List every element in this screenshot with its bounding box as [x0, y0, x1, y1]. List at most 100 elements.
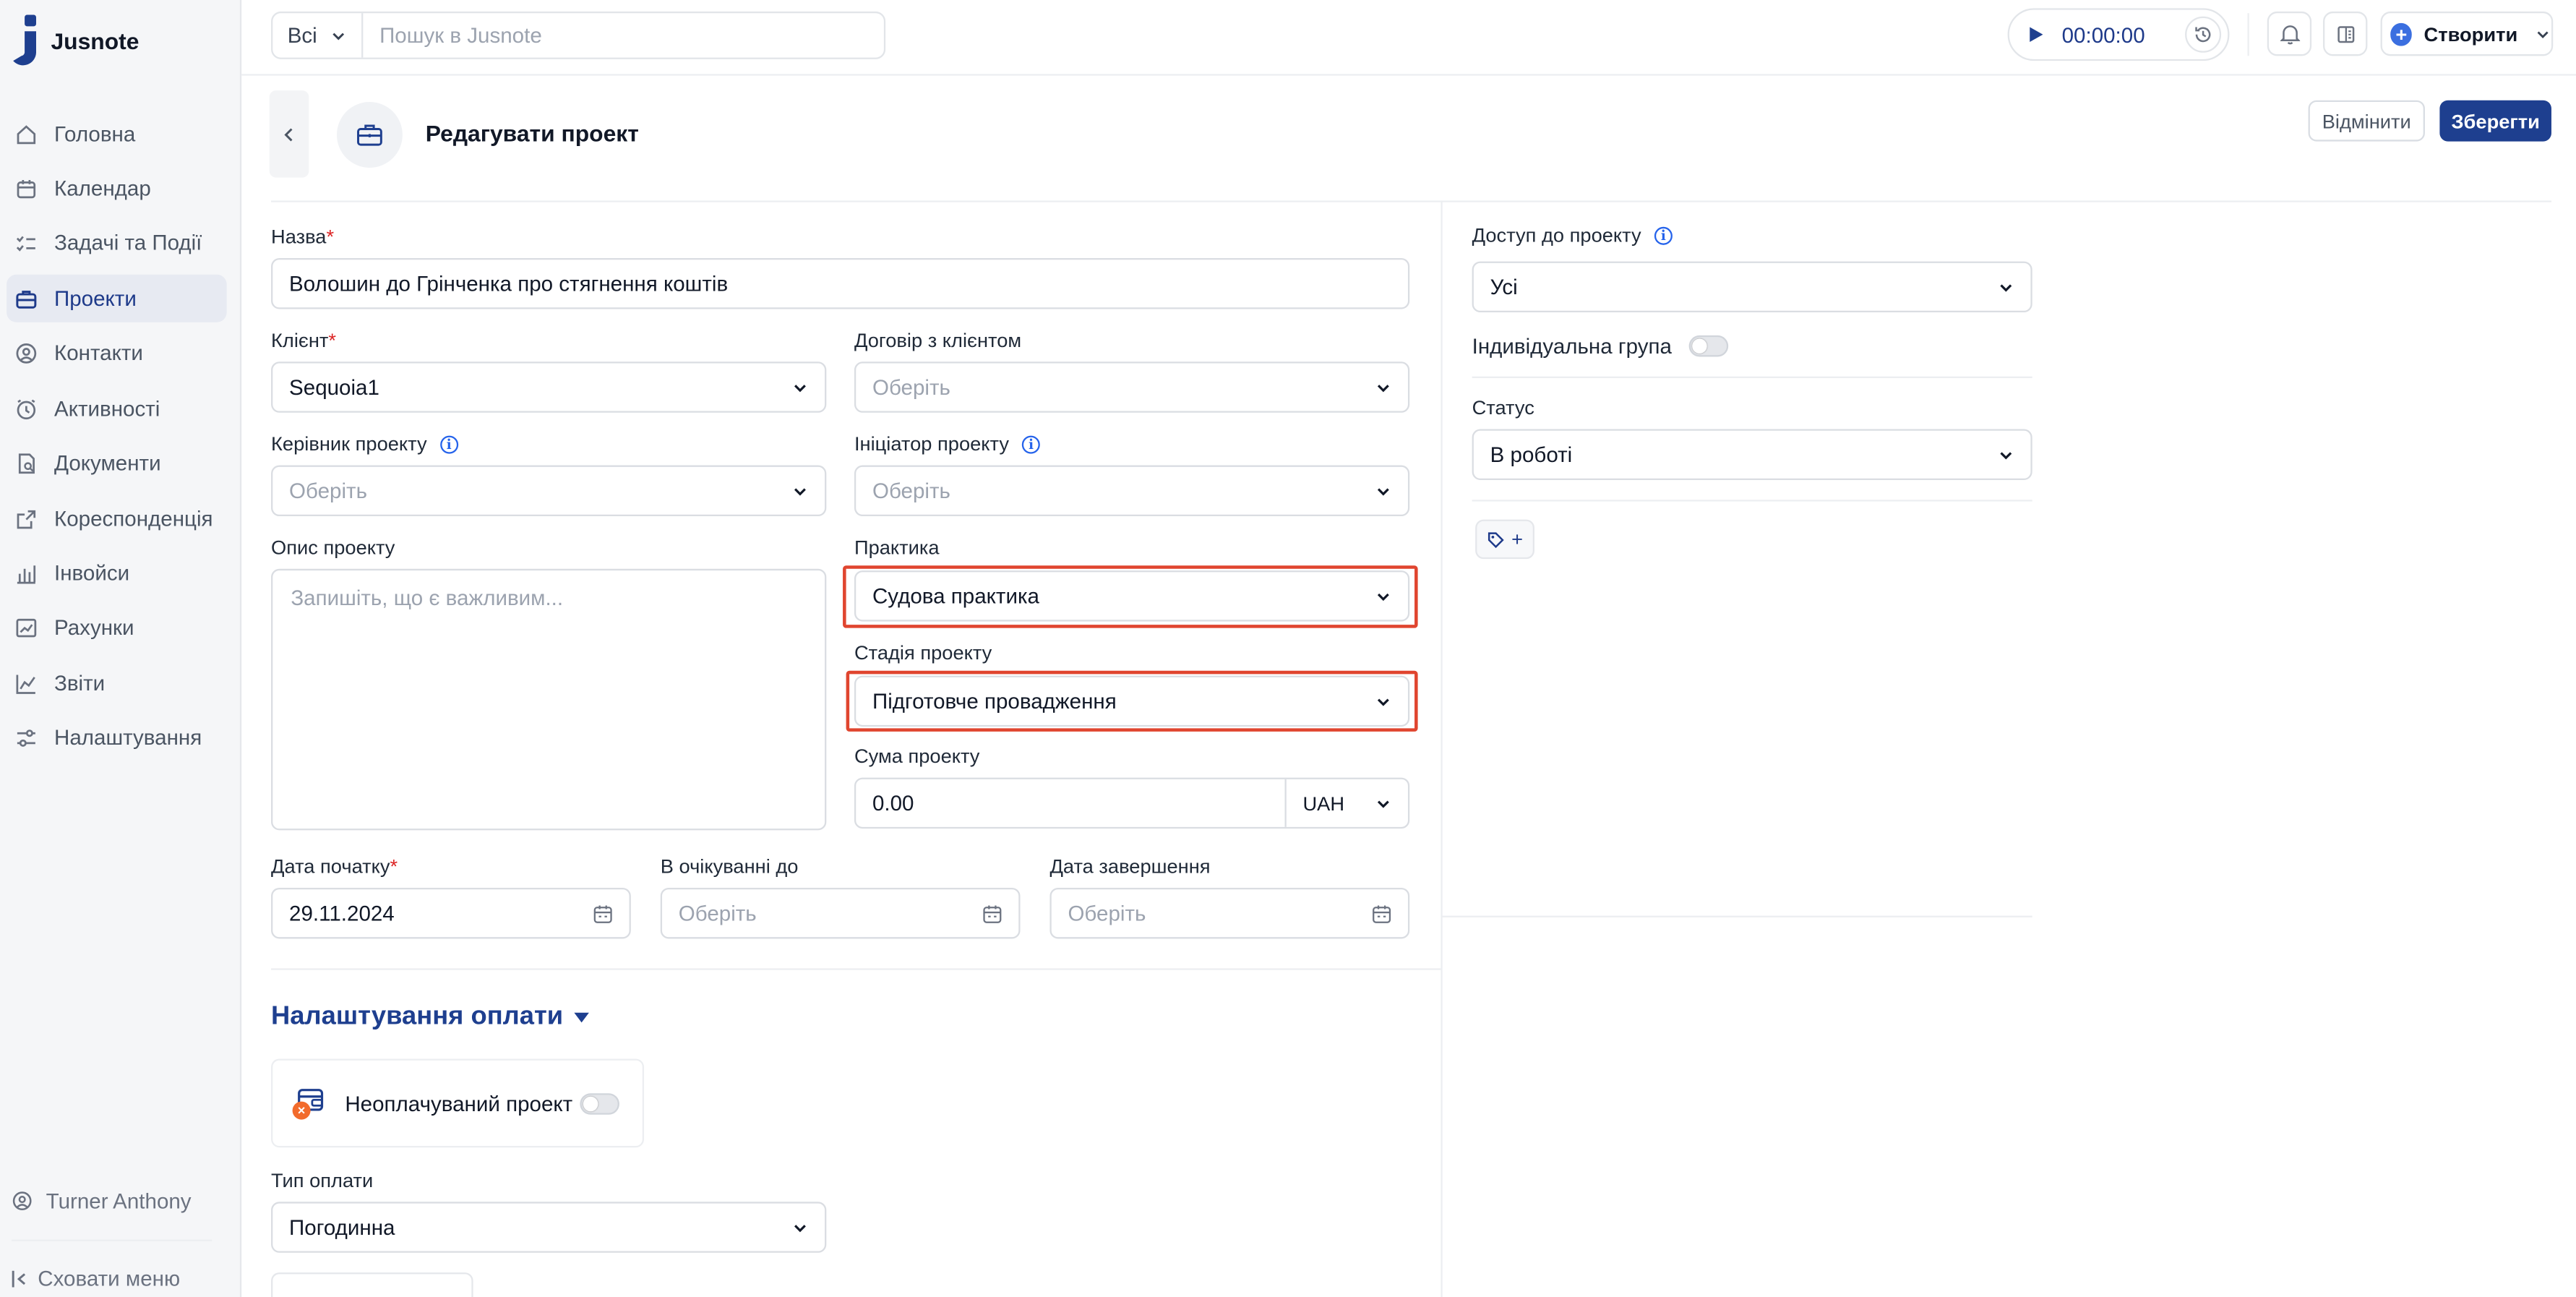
individual-group-label: Індивідуальна група	[1472, 333, 1672, 359]
tag-icon	[1487, 531, 1504, 548]
manager-label: Керівник проекту i	[271, 432, 458, 455]
header-divider	[271, 200, 2551, 202]
payment-type-label: Тип оплати	[271, 1169, 373, 1192]
pending-until-label-text: В очікуванні до	[660, 855, 799, 878]
unpaid-project-card: × Неоплачуваний проект	[271, 1058, 645, 1148]
sidebar-item-tasks[interactable]: Задачі та Події	[7, 218, 227, 266]
briefcase-icon	[357, 124, 382, 146]
billing-section-toggle[interactable]: Налаштування оплати	[271, 1003, 590, 1032]
access-value: Усі	[1490, 274, 1518, 299]
sidebar-item-label: Кореспонденція	[54, 506, 213, 531]
sidebar-item-bills[interactable]: Рахунки	[7, 604, 227, 651]
client-select[interactable]: Sequoia1	[271, 361, 827, 413]
search-scope-select[interactable]: Всі	[272, 13, 364, 58]
end-date-label-text: Дата завершення	[1049, 855, 1211, 878]
individual-group-toggle[interactable]	[1688, 335, 1728, 357]
notifications-button[interactable]	[2267, 11, 2312, 56]
client-value: Sequoia1	[289, 374, 379, 400]
chevron-down-icon	[2538, 30, 2549, 38]
panel-toggle-button[interactable]	[2323, 11, 2368, 56]
sidebar-item-activities[interactable]: Активності	[7, 385, 227, 432]
initiator-label-text: Ініціатор проекту	[854, 432, 1009, 455]
user-name: Turner Anthony	[46, 1189, 192, 1214]
required-mark: *	[328, 328, 337, 352]
stage-select[interactable]: Підготовче провадження	[854, 675, 1410, 727]
amount-label-text: Сума проекту	[854, 745, 980, 768]
contract-label: Договір з клієнтом	[854, 329, 1021, 352]
calendar-icon[interactable]	[593, 904, 613, 923]
name-value: Волошин до Грінченка про стягнення кошті…	[289, 271, 729, 296]
play-icon[interactable]	[2026, 25, 2045, 44]
info-icon[interactable]: i	[1654, 226, 1673, 244]
cancel-button[interactable]: Відмінити	[2308, 100, 2425, 142]
logo[interactable]: Jusnote	[12, 14, 139, 67]
chevron-down-icon	[794, 1224, 806, 1232]
manager-select[interactable]: Оберіть	[271, 465, 827, 517]
sidebar-item-projects[interactable]: Проекти	[7, 274, 227, 322]
sidebar-item-calendar[interactable]: Календар	[7, 164, 227, 212]
client-label: Клієнт *	[271, 329, 336, 352]
app-name: Jusnote	[51, 27, 139, 55]
payment-type-select[interactable]: Погодинна	[271, 1202, 827, 1253]
collapse-menu-label: Сховати меню	[38, 1265, 181, 1291]
chevron-down-icon	[2000, 283, 2012, 291]
sidebar-item-settings[interactable]: Налаштування	[7, 714, 227, 761]
stage-label-text: Стадія проекту	[854, 641, 992, 664]
currency-value: UAH	[1302, 791, 1345, 815]
sidebar-item-label: Активності	[54, 396, 160, 421]
sidebar-item-contacts[interactable]: Контакти	[7, 329, 227, 377]
currency-select[interactable]: UAH	[1284, 779, 1407, 827]
chevron-left-icon	[284, 127, 293, 141]
user-icon	[12, 1191, 32, 1211]
sidebar-divider	[11, 1239, 212, 1241]
back-button[interactable]	[269, 90, 309, 178]
info-icon[interactable]: i	[1022, 435, 1041, 453]
initiator-select[interactable]: Оберіть	[854, 465, 1410, 517]
amount-field[interactable]: 0.00 UAH	[854, 777, 1410, 829]
search-input[interactable]	[363, 22, 884, 48]
sidebar-item-label: Проекти	[54, 286, 137, 311]
sidebar-item-documents[interactable]: Документи	[7, 439, 227, 487]
timer-history-button[interactable]	[2185, 16, 2222, 53]
calendar-icon[interactable]	[1372, 904, 1391, 923]
access-label-text: Доступ до проекту	[1472, 223, 1641, 247]
sidebar-item-correspondence[interactable]: Кореспонденція	[7, 495, 227, 542]
briefcase-icon	[14, 287, 38, 310]
search-scope-value: Всі	[287, 22, 317, 48]
access-label: Доступ до проекту i	[1472, 223, 1673, 247]
user-profile[interactable]: Turner Anthony	[12, 1189, 192, 1213]
sidebar: Jusnote Головна Календар Задачі та Події…	[0, 0, 242, 1297]
sidebar-item-label: Рахунки	[54, 615, 134, 640]
status-select[interactable]: В роботі	[1472, 429, 2032, 481]
practice-select[interactable]: Судова практика	[854, 570, 1410, 622]
sidebar-item-label: Головна	[54, 121, 136, 147]
save-button[interactable]: Зберегти	[2439, 100, 2551, 142]
add-tag-button[interactable]: +	[1475, 519, 1534, 560]
access-select[interactable]: Усі	[1472, 261, 2032, 313]
calendar-icon[interactable]	[982, 904, 1002, 923]
contract-select[interactable]: Оберіть	[854, 361, 1410, 413]
start-date-field[interactable]: 29.11.2024	[271, 887, 631, 939]
create-button[interactable]: + Створити	[2380, 11, 2554, 56]
start-date-label-text: Дата початку	[271, 855, 390, 878]
sidebar-item-invoices[interactable]: Інвойси	[7, 549, 227, 597]
status-label: Статус	[1472, 396, 1534, 419]
sidebar-item-reports[interactable]: Звіти	[7, 659, 227, 707]
pending-until-field[interactable]: Оберіть	[660, 887, 1021, 939]
sidebar-item-label: Звіти	[54, 670, 106, 695]
section-divider	[271, 968, 1441, 970]
unpaid-project-toggle[interactable]	[579, 1092, 619, 1114]
initiator-label: Ініціатор проекту i	[854, 432, 1041, 455]
document-icon	[14, 451, 38, 474]
end-date-field[interactable]: Оберіть	[1049, 887, 1410, 939]
sidebar-item-home[interactable]: Головна	[7, 110, 227, 158]
plus-icon: +	[2390, 22, 2413, 46]
info-icon[interactable]: i	[439, 435, 458, 453]
name-field[interactable]: Волошин до Грінченка про стягнення кошті…	[271, 258, 1410, 309]
collapse-menu-button[interactable]: Сховати меню	[12, 1266, 180, 1290]
chevron-down-icon	[1377, 800, 1389, 808]
sidebar-item-label: Налаштування	[54, 724, 202, 750]
truncated-button[interactable]	[271, 1272, 473, 1297]
description-textarea[interactable]: Запишіть, що є важливим...	[271, 568, 827, 831]
chevron-down-icon	[332, 32, 345, 40]
